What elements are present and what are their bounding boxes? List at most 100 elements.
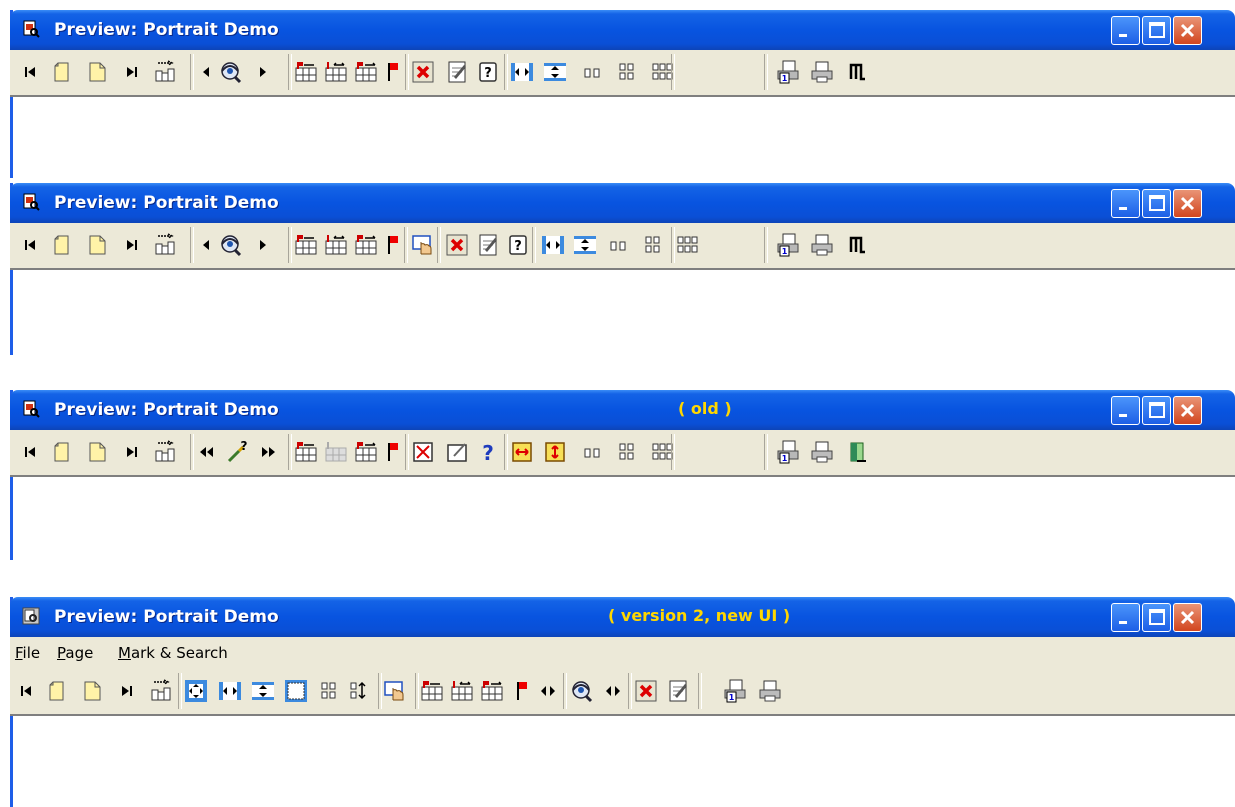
print-icon[interactable]: [809, 232, 835, 258]
help-icon[interactable]: ?: [505, 232, 531, 258]
last-page-icon[interactable]: [113, 678, 139, 704]
mark-1-icon[interactable]: [293, 439, 319, 465]
fit-width-icon[interactable]: [217, 678, 243, 704]
first-page-icon[interactable]: [18, 232, 44, 258]
last-page-icon[interactable]: [118, 439, 144, 465]
exit-door-icon[interactable]: [845, 439, 871, 465]
fit-width-old-icon[interactable]: [509, 439, 535, 465]
menu-file[interactable]: File: [15, 644, 40, 662]
minimize-button[interactable]: [1111, 16, 1140, 45]
print-icon[interactable]: [809, 59, 835, 85]
close-button[interactable]: [1173, 396, 1202, 425]
six-pages-icon[interactable]: [675, 232, 701, 258]
page-blank-icon[interactable]: [80, 678, 106, 704]
delete-old-icon[interactable]: [410, 439, 436, 465]
mark-3-icon[interactable]: [353, 232, 379, 258]
sort-pages-icon[interactable]: [346, 678, 372, 704]
print-icon[interactable]: [757, 678, 783, 704]
mark-3-icon[interactable]: [353, 439, 379, 465]
four-pages-icon[interactable]: [614, 439, 640, 465]
first-page-icon[interactable]: [14, 678, 40, 704]
next-search-icon[interactable]: [250, 59, 276, 85]
prev-next-icon[interactable]: [535, 678, 561, 704]
next-search-icon[interactable]: [250, 232, 276, 258]
mark-2-icon[interactable]: [449, 678, 475, 704]
two-pages-icon[interactable]: [580, 59, 606, 85]
four-pages-icon[interactable]: [614, 59, 640, 85]
fit-height-old-icon[interactable]: [542, 439, 568, 465]
print-page-icon[interactable]: 1: [775, 59, 801, 85]
hand-tool-icon[interactable]: [382, 678, 408, 704]
two-pages-icon[interactable]: [606, 232, 632, 258]
page-blank-icon[interactable]: [85, 232, 111, 258]
fit-height-icon[interactable]: [542, 59, 568, 85]
goto-page-icon[interactable]: [152, 439, 178, 465]
maximize-button[interactable]: [1142, 603, 1171, 632]
mark-1-icon[interactable]: [293, 59, 319, 85]
print-page-icon[interactable]: 1: [775, 232, 801, 258]
help-icon[interactable]: ?: [475, 59, 501, 85]
fit-all-icon[interactable]: [183, 678, 209, 704]
close-button[interactable]: [1173, 16, 1202, 45]
two-pages-icon[interactable]: [580, 439, 606, 465]
hand-tool-icon[interactable]: [410, 232, 436, 258]
last-page-icon[interactable]: [118, 59, 144, 85]
print-page-icon[interactable]: 1: [722, 678, 748, 704]
close-button[interactable]: [1173, 603, 1202, 632]
search-pen-icon[interactable]: ?: [225, 439, 251, 465]
forward-icon[interactable]: [256, 439, 282, 465]
goto-page-icon[interactable]: [148, 678, 174, 704]
edit-old-icon[interactable]: [444, 439, 470, 465]
prev-search-icon[interactable]: [193, 59, 219, 85]
page-blank-icon[interactable]: [85, 439, 111, 465]
flag-icon[interactable]: [509, 678, 535, 704]
first-page-icon[interactable]: [18, 59, 44, 85]
delete-icon[interactable]: [633, 678, 659, 704]
edit-icon[interactable]: [665, 678, 691, 704]
page-blank-icon[interactable]: [85, 59, 111, 85]
print-icon[interactable]: [809, 439, 835, 465]
minimize-button[interactable]: [1111, 396, 1140, 425]
fit-height-icon[interactable]: [572, 232, 598, 258]
menu-page[interactable]: Page: [57, 644, 93, 662]
mark-2-icon[interactable]: [323, 232, 349, 258]
maximize-button[interactable]: [1142, 189, 1171, 218]
delete-icon[interactable]: [444, 232, 470, 258]
last-page-icon[interactable]: [118, 232, 144, 258]
fit-page-icon[interactable]: [283, 678, 309, 704]
minimize-button[interactable]: [1111, 603, 1140, 632]
page-portrait-icon[interactable]: [50, 232, 76, 258]
flag-icon[interactable]: [380, 232, 406, 258]
eye-search-icon[interactable]: [568, 678, 594, 704]
prev-next-icon[interactable]: [600, 678, 626, 704]
fit-height-icon[interactable]: [250, 678, 276, 704]
print-page-icon[interactable]: 1: [775, 439, 801, 465]
four-pages-icon[interactable]: [316, 678, 342, 704]
flag-icon[interactable]: [380, 59, 406, 85]
prev-search-icon[interactable]: [193, 232, 219, 258]
edit-icon[interactable]: [444, 59, 470, 85]
four-pages-icon[interactable]: [640, 232, 666, 258]
mark-1-icon[interactable]: [419, 678, 445, 704]
mark-2-icon[interactable]: [323, 59, 349, 85]
eye-search-icon[interactable]: [217, 59, 243, 85]
menu-mark-search[interactable]: Mark & Search: [118, 644, 228, 662]
goto-page-icon[interactable]: [152, 232, 178, 258]
first-page-icon[interactable]: [18, 439, 44, 465]
question-icon[interactable]: ?: [475, 439, 501, 465]
exit-icon[interactable]: [845, 59, 871, 85]
goto-page-icon[interactable]: [152, 59, 178, 85]
edit-icon[interactable]: [475, 232, 501, 258]
flag-icon[interactable]: [380, 439, 406, 465]
mark-3-icon[interactable]: [479, 678, 505, 704]
minimize-button[interactable]: [1111, 189, 1140, 218]
page-portrait-icon[interactable]: [50, 439, 76, 465]
fit-width-icon[interactable]: [509, 59, 535, 85]
fit-width-icon[interactable]: [540, 232, 566, 258]
page-portrait-icon[interactable]: [45, 678, 71, 704]
exit-icon[interactable]: [845, 232, 871, 258]
eye-search-icon[interactable]: [217, 232, 243, 258]
rewind-icon[interactable]: [193, 439, 219, 465]
mark-1-icon[interactable]: [293, 232, 319, 258]
maximize-button[interactable]: [1142, 16, 1171, 45]
